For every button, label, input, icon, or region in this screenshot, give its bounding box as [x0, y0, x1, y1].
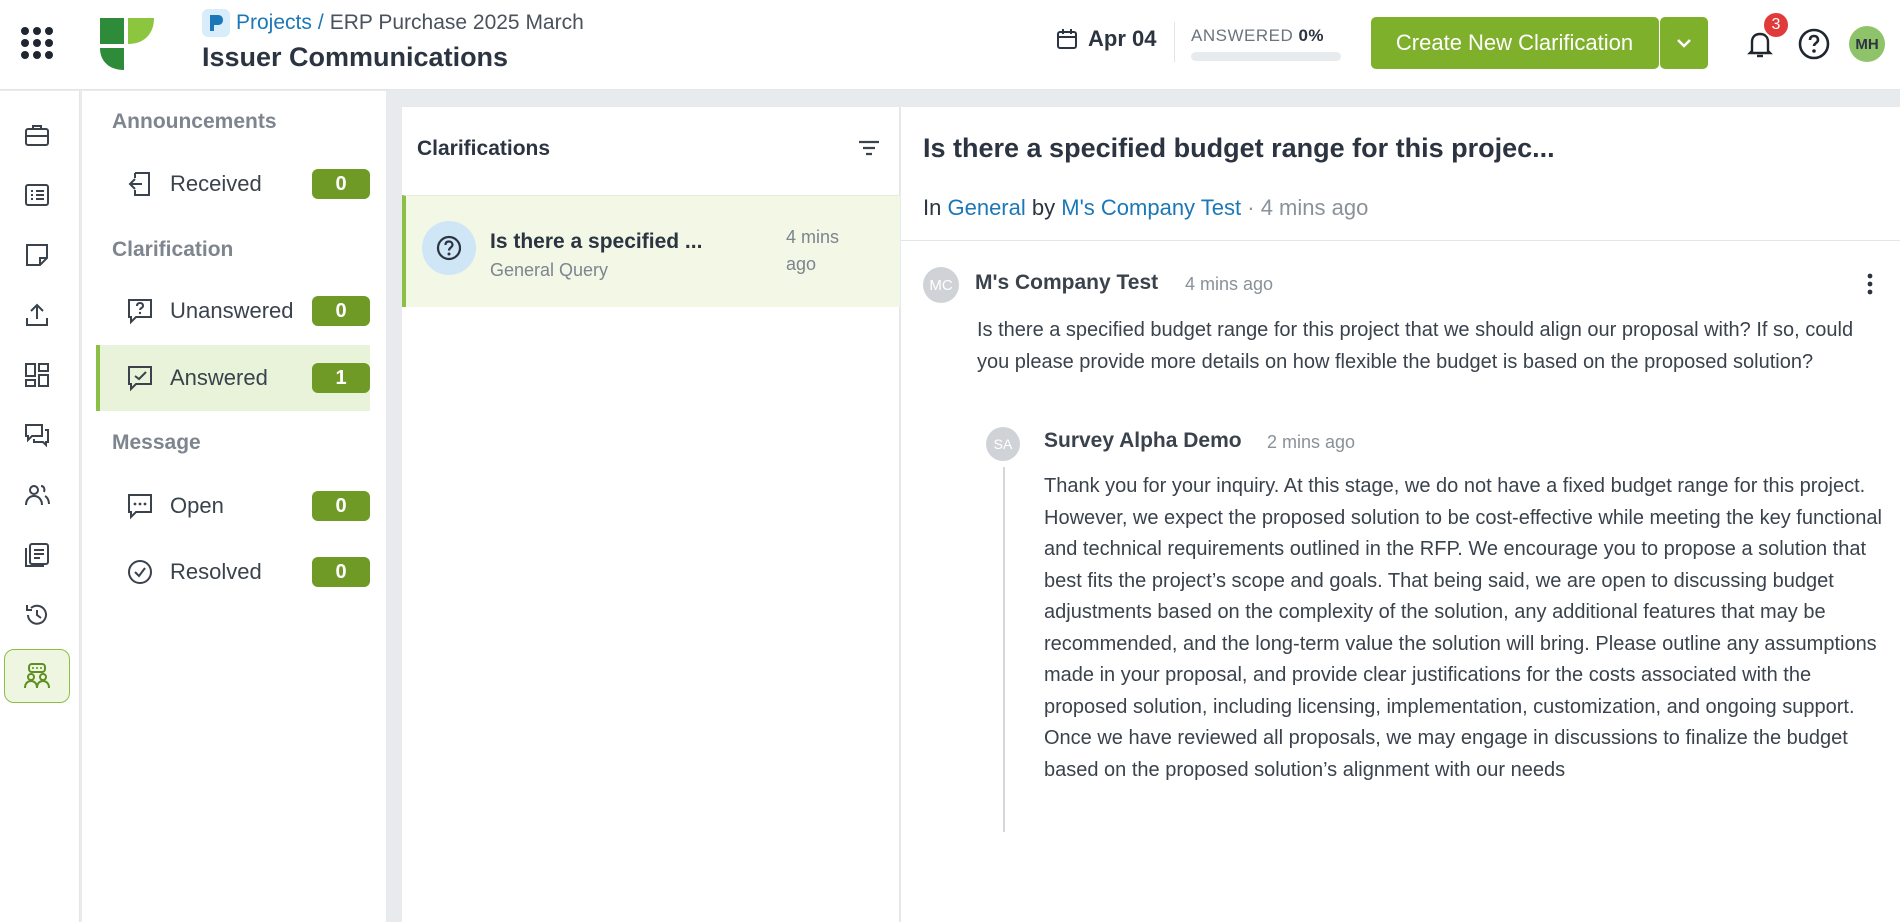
- count-badge: 0: [312, 169, 370, 199]
- count-badge: 0: [312, 491, 370, 521]
- notification-count-badge: 3: [1762, 11, 1790, 39]
- count-badge: 0: [312, 296, 370, 326]
- reply-avatar: SA: [986, 427, 1020, 461]
- check-bubble-icon: [128, 366, 152, 392]
- nav-item-label: Resolved: [170, 559, 262, 584]
- nav-item-unanswered[interactable]: Unanswered 0: [96, 278, 370, 344]
- create-clarification-button[interactable]: Create New Clarification: [1371, 17, 1659, 69]
- meta-time: · 4 mins ago: [1247, 195, 1369, 220]
- more-options-icon[interactable]: [1855, 269, 1885, 299]
- help-icon[interactable]: [1796, 26, 1832, 62]
- category-link[interactable]: General: [947, 195, 1025, 220]
- reply-author: Survey Alpha Demo: [1044, 429, 1242, 452]
- post-body: Is there a specified budget range for th…: [977, 319, 1854, 373]
- category-nav: Announcements Received 0 Clarification U…: [82, 91, 386, 922]
- clarifications-list: Clarifications Is there a specified ... …: [402, 107, 900, 922]
- dashboard-icon[interactable]: [16, 354, 58, 396]
- nav-item-open[interactable]: Open 0: [96, 473, 370, 539]
- history-icon[interactable]: [16, 594, 58, 636]
- list-icon[interactable]: [16, 174, 58, 216]
- post-time: 4 mins ago: [1185, 274, 1274, 294]
- check-circle-icon: [128, 560, 152, 584]
- breadcrumb-projects-link[interactable]: Projects: [236, 11, 312, 35]
- list-title: Clarifications: [417, 137, 551, 160]
- create-clarification-label: Create New Clarification: [1395, 30, 1634, 55]
- nav-item-label: Open: [170, 493, 224, 518]
- nav-item-received[interactable]: Received 0: [96, 151, 370, 217]
- section-message: Message: [112, 431, 201, 454]
- list-item-time: 4 mins ago: [786, 227, 840, 274]
- section-clarification: Clarification: [112, 238, 234, 261]
- chevron-down-icon: [1677, 39, 1691, 48]
- count-badge: 1: [312, 363, 370, 393]
- question-bubble-icon: [128, 299, 152, 325]
- meta-in: In: [923, 195, 942, 220]
- answered-label: ANSWERED: [1191, 26, 1294, 45]
- list-item-title: Is there a specified ...: [490, 230, 703, 253]
- reply-body: Thank you for your inquiry. At this stag…: [1044, 475, 1882, 781]
- date-text: Apr 04: [1088, 26, 1157, 51]
- count-badge: 0: [312, 557, 370, 587]
- author-avatar: MC: [923, 267, 959, 303]
- filter-icon[interactable]: [854, 133, 884, 163]
- detail-title: Is there a specified budget range for th…: [923, 133, 1555, 163]
- reply-thread-line: [1003, 467, 1005, 832]
- nav-item-resolved[interactable]: Resolved 0: [96, 539, 370, 605]
- breadcrumb: Projects / ERP Purchase 2025 March: [202, 9, 584, 37]
- inbox-arrow-icon: [128, 172, 150, 196]
- post-author: M's Company Test: [975, 271, 1159, 294]
- answered-percent: 0%: [1298, 26, 1325, 45]
- nav-item-label: Unanswered: [170, 298, 294, 323]
- briefcase-icon[interactable]: [16, 114, 58, 156]
- nav-item-answered[interactable]: Answered 1: [96, 345, 370, 411]
- breadcrumb-separator: /: [317, 11, 324, 34]
- users-icon[interactable]: [16, 474, 58, 516]
- notes-icon[interactable]: [16, 234, 58, 276]
- chat-icon[interactable]: [16, 414, 58, 456]
- user-avatar[interactable]: MH: [1849, 26, 1885, 62]
- create-dropdown-button[interactable]: [1660, 17, 1708, 69]
- upload-icon[interactable]: [16, 294, 58, 336]
- company-link[interactable]: M's Company Test: [1061, 195, 1241, 220]
- message-bubble-icon: [128, 494, 152, 520]
- reply-time: 2 mins ago: [1267, 432, 1356, 452]
- answered-progress: ANSWERED 0%: [1191, 26, 1341, 61]
- detail-meta: In General by M's Company Test · 4 mins …: [923, 195, 1368, 221]
- list-item-category: General Query: [490, 260, 609, 280]
- nav-item-label: Answered: [170, 365, 268, 390]
- answered-progress-track: [1191, 52, 1341, 61]
- page-title: Issuer Communications: [202, 42, 509, 72]
- communications-icon[interactable]: [4, 649, 70, 703]
- divider: [901, 240, 1900, 241]
- clarification-detail: Is there a specified budget range for th…: [901, 107, 1900, 922]
- app-logo[interactable]: [98, 16, 156, 72]
- top-header: Projects / ERP Purchase 2025 March Issue…: [0, 0, 1900, 90]
- header-divider: [1174, 22, 1175, 62]
- list-item[interactable]: Is there a specified ... General Query 4…: [402, 195, 900, 307]
- breadcrumb-current: ERP Purchase 2025 March: [329, 11, 584, 34]
- apps-grid-icon[interactable]: [18, 24, 56, 62]
- project-icon: [202, 9, 230, 37]
- calendar-icon: [1057, 29, 1077, 49]
- documents-icon[interactable]: [16, 534, 58, 576]
- section-announcements: Announcements: [112, 110, 277, 133]
- nav-item-label: Received: [170, 171, 262, 196]
- question-circle-icon: [422, 221, 476, 275]
- deadline-date: Apr 04: [1056, 26, 1156, 52]
- icon-rail: [0, 91, 80, 922]
- meta-by: by: [1031, 195, 1056, 220]
